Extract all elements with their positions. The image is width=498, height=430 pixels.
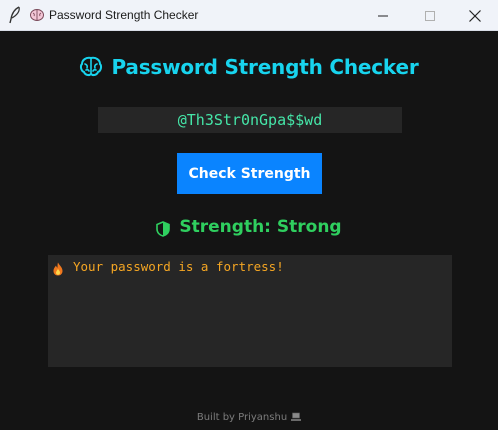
- footer-credit: Built by Priyanshu: [196, 411, 288, 423]
- feedback-message: Your password is a fortress!: [73, 259, 284, 274]
- app-window: Password Strength Checker Password Stren…: [0, 0, 498, 430]
- close-icon: [469, 9, 481, 22]
- password-input[interactable]: [98, 107, 402, 133]
- brain-icon: [80, 56, 103, 77]
- laptop-icon: [291, 412, 302, 421]
- feather-icon: [9, 6, 20, 24]
- maximize-button[interactable]: [407, 0, 453, 31]
- brain-icon: [30, 9, 44, 21]
- app-header: Password Strength Checker: [0, 52, 498, 82]
- fire-icon: [53, 262, 63, 276]
- maximize-icon: [425, 10, 435, 21]
- strength-label: Strength: Strong: [179, 217, 342, 237]
- check-strength-button[interactable]: Check Strength: [177, 153, 322, 194]
- strength-result: Strength: Strong: [0, 213, 498, 241]
- minimize-icon: [378, 15, 388, 16]
- half-shield-icon: [156, 221, 171, 237]
- close-button[interactable]: [452, 0, 498, 31]
- page-title: Password Strength Checker: [111, 55, 419, 79]
- feedback-box[interactable]: Your password is a fortress!: [48, 255, 452, 367]
- title-bar[interactable]: Password Strength Checker: [0, 0, 498, 31]
- minimize-button[interactable]: [360, 0, 406, 31]
- footer: Built by Priyanshu: [0, 410, 498, 424]
- window-title: Password Strength Checker: [49, 8, 199, 22]
